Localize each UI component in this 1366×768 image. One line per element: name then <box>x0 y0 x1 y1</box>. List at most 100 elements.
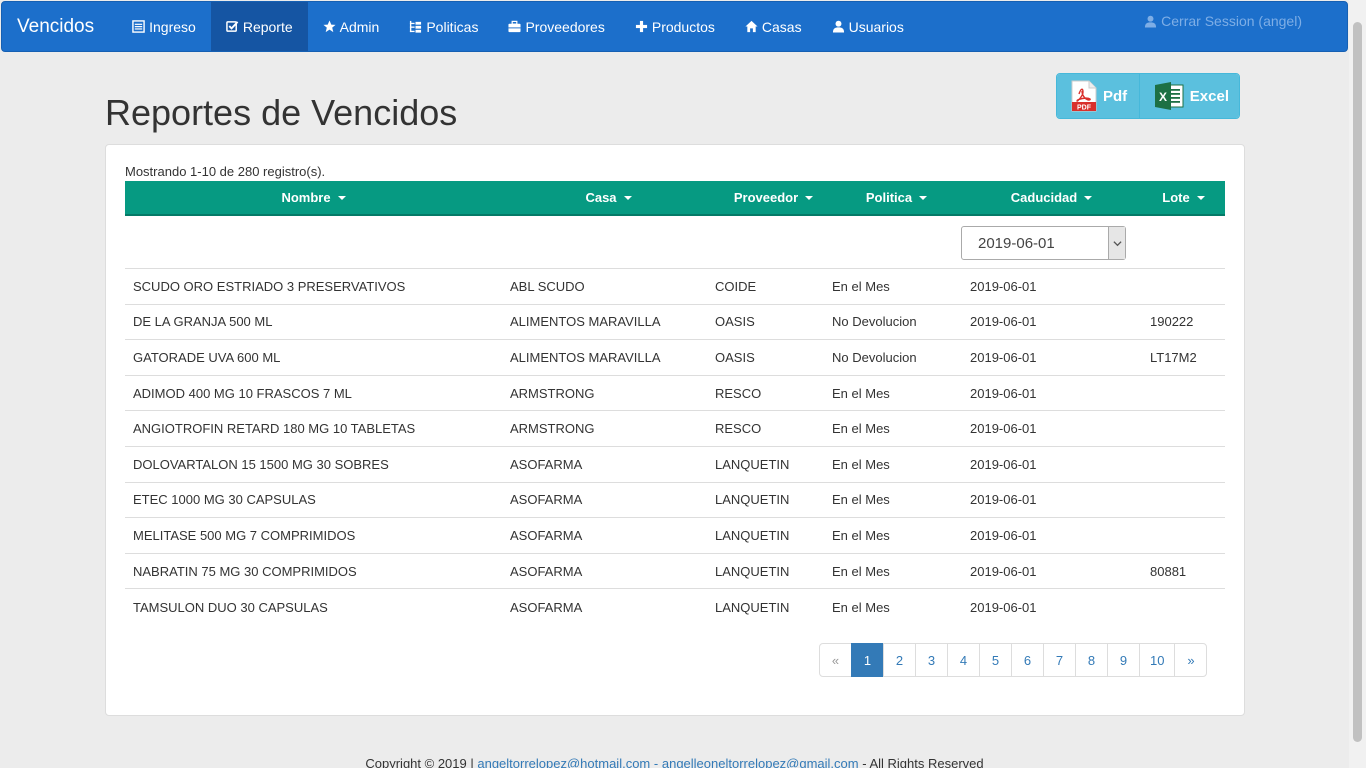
footer-separator: - <box>653 756 659 768</box>
chevron-down-icon <box>1108 227 1125 259</box>
cell-casa: ARMSTRONG <box>510 421 595 437</box>
cell-caducidad: 2019-06-01 <box>970 278 1037 294</box>
cell-caducidad: 2019-06-01 <box>970 349 1037 365</box>
table-body: SCUDO ORO ESTRIADO 3 PRESERVATIVOS ABL SC… <box>125 269 1225 625</box>
cell-nombre: SCUDO ORO ESTRIADO 3 PRESERVATIVOS <box>133 278 406 294</box>
cell-nombre: ADIMOD 400 MG 10 FRASCOS 7 ML <box>133 385 352 401</box>
cell-lote <box>1142 376 1225 411</box>
pagination-page[interactable]: 2 <box>883 643 916 677</box>
page-scrollbar[interactable] <box>1349 0 1366 768</box>
footer-email-gmail[interactable]: angelleoneltorrelopez@gmail.com <box>662 756 859 768</box>
brand-link[interactable]: Vencidos <box>2 2 109 51</box>
table-row: ANGIOTROFIN RETARD 180 MG 10 TABLETAS ARM… <box>125 411 1225 447</box>
cell-nombre: DOLOVARTALON 15 1500 MG 30 SOBRES <box>133 456 389 472</box>
export-excel-label: Excel <box>1189 87 1229 105</box>
sort-proveedor[interactable]: Proveedor <box>715 181 832 214</box>
briefcase-icon <box>508 20 522 33</box>
caret-down-icon <box>1196 195 1205 200</box>
nav-item-reporte[interactable]: Reporte <box>210 2 308 51</box>
cell-proveedor: LANQUETIN <box>715 456 790 472</box>
star-icon <box>323 20 336 33</box>
cell-casa: ABL SCUDO <box>510 278 585 294</box>
excel-icon-text: X <box>1159 90 1167 104</box>
filter-row: 2019-06-01 <box>125 216 1225 269</box>
pagination-page[interactable]: 1 <box>851 643 884 677</box>
cell-nombre: DE LA GRANJA 500 ML <box>133 314 273 330</box>
table-row: TAMSULON DUO 30 CAPSULAS ASOFARMA LANQUETI… <box>125 589 1225 625</box>
nav-item-casas[interactable]: Casas <box>730 2 817 51</box>
cell-nombre: NABRATIN 75 MG 30 COMPRIMIDOS <box>133 563 357 579</box>
pagination-page[interactable]: 8 <box>1075 643 1108 677</box>
plus-icon <box>635 20 647 33</box>
cell-politica: En el Mes <box>832 563 890 579</box>
cell-caducidad: 2019-06-01 <box>970 456 1037 472</box>
cell-politica: En el Mes <box>832 278 890 294</box>
nav-item-productos[interactable]: Productos <box>620 2 730 51</box>
cell-proveedor: OASIS <box>715 349 755 365</box>
page-title: Reportes de Vencidos <box>105 92 458 133</box>
cell-lote <box>1142 411 1225 446</box>
pagination-next[interactable]: » <box>1174 643 1208 677</box>
export-excel-button[interactable]: X Excel <box>1138 74 1239 118</box>
pagination-page[interactable]: 3 <box>915 643 948 677</box>
nav-item-label: Admin <box>339 18 380 35</box>
pdf-icon-text: PDF <box>1077 105 1092 112</box>
table-row: GATORADE UVA 600 ML ALIMENTOS MARAVILLA OA… <box>125 340 1225 376</box>
sort-nombre[interactable]: Nombre <box>125 181 502 214</box>
table-row: ADIMOD 400 MG 10 FRASCOS 7 ML ARMSTRONG RE… <box>125 376 1225 412</box>
pagination-page[interactable]: 10 <box>1139 643 1176 677</box>
sort-lote[interactable]: Lote <box>1142 181 1225 214</box>
cell-caducidad: 2019-06-01 <box>970 527 1037 543</box>
nav-item-usuarios[interactable]: Usuarios <box>817 2 919 51</box>
nav-item-label: Reporte <box>242 18 293 35</box>
sort-casa[interactable]: Casa <box>502 181 715 214</box>
cell-casa: ASOFARMA <box>510 527 583 543</box>
cell-casa: ALIMENTOS MARAVILLA <box>510 349 661 365</box>
footer-email-hotmail[interactable]: angeltorrelopez@hotmail.com <box>477 756 650 768</box>
caret-down-icon <box>919 195 928 200</box>
header-label: Casa <box>585 190 617 205</box>
table-row: SCUDO ORO ESTRIADO 3 PRESERVATIVOS ABL SC… <box>125 269 1225 305</box>
header-label: Caducidad <box>1010 190 1078 205</box>
nav-item-ingreso[interactable]: Ingreso <box>117 2 211 51</box>
caret-down-icon <box>623 195 632 200</box>
export-pdf-button[interactable]: PDF Pdf <box>1057 74 1139 118</box>
nav-item-label: Productos <box>651 18 715 35</box>
tree-icon <box>410 20 422 33</box>
nav-item-proveedores[interactable]: Proveedores <box>493 2 619 51</box>
nav-item-label: Proveedores <box>525 18 605 35</box>
logout-link[interactable]: Cerrar Session (angel) <box>1144 13 1302 29</box>
sort-caducidad[interactable]: Caducidad <box>961 181 1142 214</box>
cell-politica: En el Mes <box>832 385 890 401</box>
cell-casa: ARMSTRONG <box>510 385 595 401</box>
nav-item-politicas[interactable]: Politicas <box>394 2 493 51</box>
cell-politica: No Devolucion <box>832 314 917 330</box>
pagination-page[interactable]: 9 <box>1107 643 1140 677</box>
cell-proveedor: COIDE <box>715 278 757 294</box>
pagination-page[interactable]: 4 <box>947 643 980 677</box>
nav-item-label: Casas <box>761 18 802 35</box>
logout-label: Cerrar Session (angel) <box>1161 13 1302 29</box>
cell-proveedor: LANQUETIN <box>715 527 790 543</box>
pagination-page[interactable]: 5 <box>979 643 1012 677</box>
scrollbar-thumb[interactable] <box>1353 22 1362 742</box>
caret-down-icon <box>337 195 346 200</box>
nav-item-label: Politicas <box>426 18 479 35</box>
pagination-page[interactable]: 7 <box>1043 643 1076 677</box>
user-icon <box>832 20 844 33</box>
header-label: Nombre <box>281 190 331 205</box>
cell-lote <box>1142 483 1225 518</box>
excel-file-icon: X <box>1154 82 1184 110</box>
table-row: MELITASE 500 MG 7 COMPRIMIDOS ASOFARMA LAN… <box>125 518 1225 554</box>
header-label: Proveedor <box>733 190 799 205</box>
caret-down-icon <box>805 195 814 200</box>
pagination: «1 2 3 4 5 6 7 8 9 10» <box>819 643 1208 677</box>
nav-item-admin[interactable]: Admin <box>308 2 395 51</box>
list-icon <box>132 20 145 33</box>
cell-politica: En el Mes <box>832 421 890 437</box>
cell-lote: LT17M2 <box>1150 349 1197 365</box>
caducidad-filter-select[interactable]: 2019-06-01 <box>961 226 1126 260</box>
pagination-page[interactable]: 6 <box>1011 643 1044 677</box>
pagination-prev[interactable]: « <box>819 643 852 677</box>
sort-politica[interactable]: Politica <box>832 181 961 214</box>
